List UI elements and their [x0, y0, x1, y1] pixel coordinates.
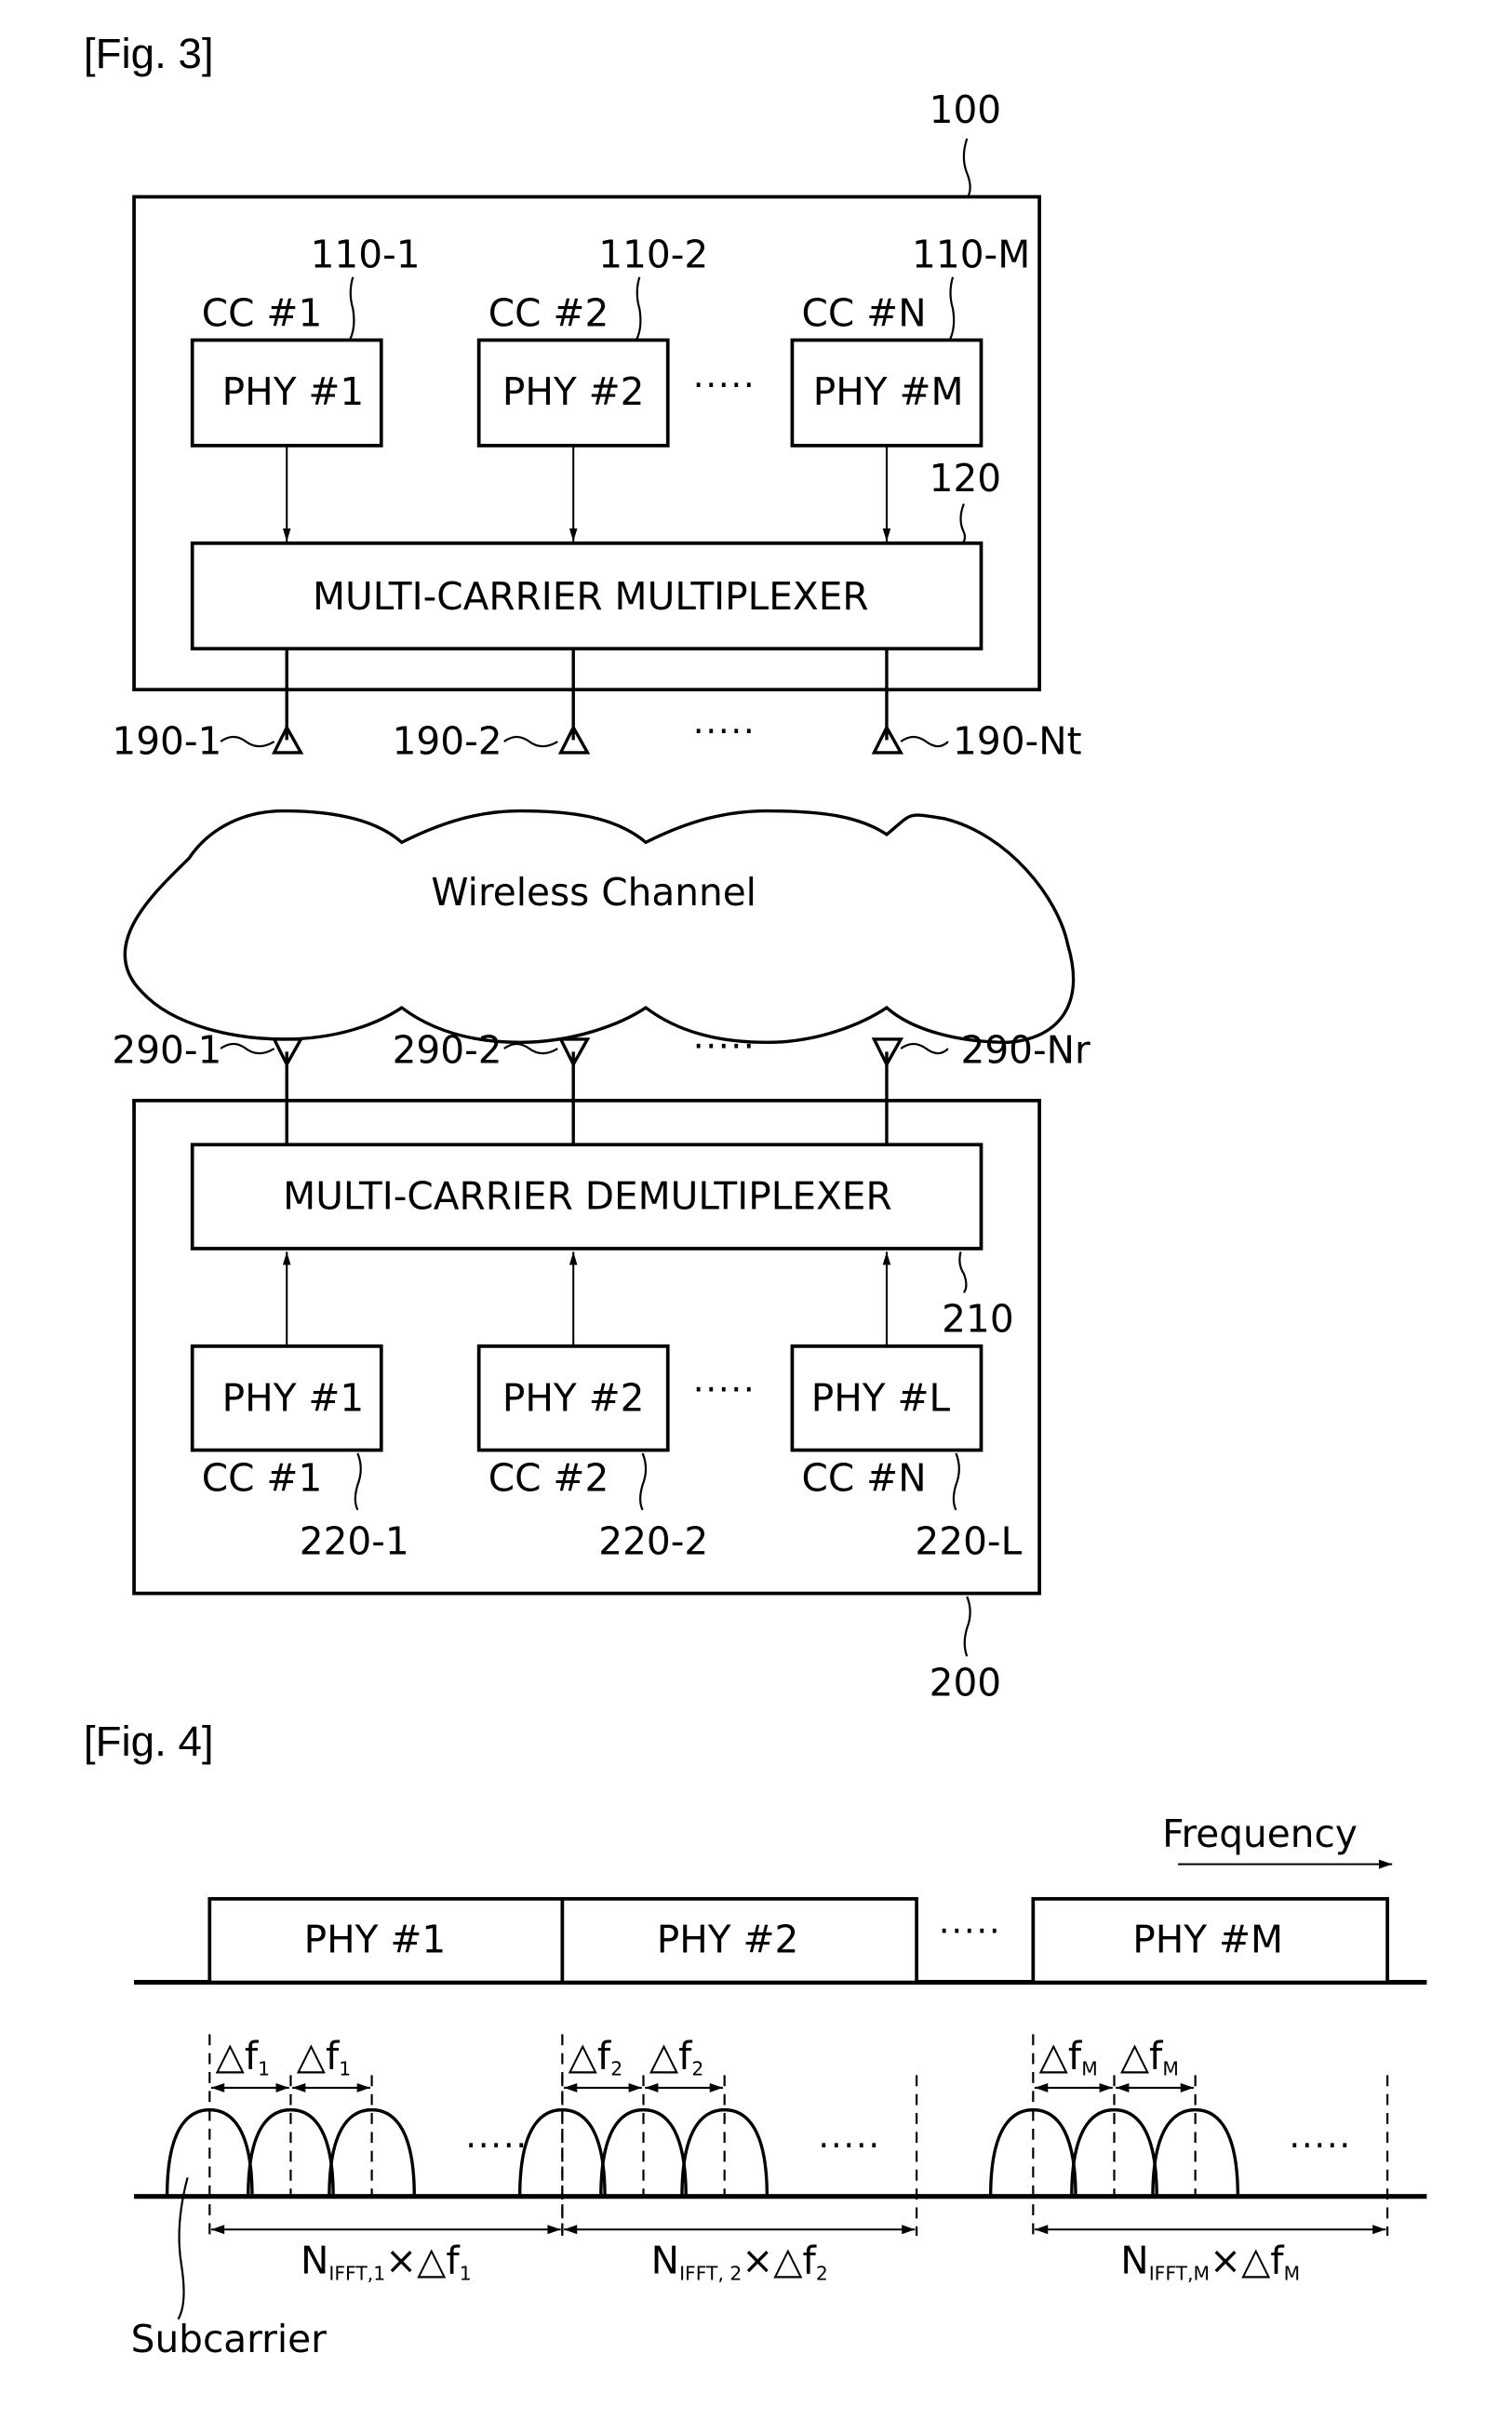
antenna-ref: 190-Nt [953, 719, 1081, 764]
phy-label: PHY #L [811, 1375, 951, 1420]
transmitter: 100 110-1 CC #1 PHY #1 110-2 CC #2 PHY #… [112, 87, 1081, 764]
antenna-ref: 190-1 [112, 719, 221, 764]
leader [900, 1042, 949, 1055]
figure-4-title: [Fig. 4] [84, 1718, 214, 1765]
ref-220-1: 220-1 [300, 1518, 409, 1563]
rx-antenna-2: 290-2 [393, 1027, 591, 1072]
spacing-label: △f1 [216, 2034, 270, 2080]
leader [503, 735, 558, 748]
ref-100: 100 [930, 87, 1002, 132]
figure-3-title: [Fig. 3] [84, 30, 214, 77]
ellipsis: ····· [939, 1910, 1002, 1951]
spacing-label: △fM [1039, 2034, 1098, 2080]
ellipsis: ····· [818, 2124, 881, 2165]
figure-3: [Fig. 3] 100 110-1 CC #1 PHY #1 110-2 CC… [84, 30, 1091, 1705]
ref-220-l: 220-L [915, 1518, 1022, 1563]
channel-label: Wireless Channel [431, 870, 756, 915]
ref-110-1: 110-1 [311, 233, 421, 277]
ref-210: 210 [942, 1297, 1014, 1342]
band-label: PHY #1 [304, 1917, 447, 1961]
cc-label: CC #2 [488, 1456, 609, 1501]
band-label: PHY #2 [657, 1917, 799, 1961]
spacing-label: △f1 [297, 2034, 351, 2080]
cc-label: CC #N [802, 1456, 927, 1501]
multiplexer-label: MULTI-CARRIER MULTIPLEXER [313, 574, 869, 619]
ellipsis: ····· [693, 1369, 756, 1410]
cloud-outline [123, 809, 1076, 1044]
phy-label: PHY #M [813, 369, 964, 414]
ellipsis: ····· [693, 1025, 756, 1066]
rx-antenna-nr: 290-Nr [871, 1027, 1091, 1072]
cc-label: CC #1 [202, 290, 322, 335]
leader-200 [963, 1596, 971, 1657]
phy-label: PHY #1 [222, 1375, 365, 1420]
leader [503, 1042, 558, 1055]
cc-label: CC #N [802, 290, 927, 335]
bandwidth-label: NIFFT,1×△f1 [301, 2239, 472, 2285]
receiver: 290-1 290-2 ····· 290-Nr MULTI-CARRIER D… [112, 1025, 1091, 1705]
subcarrier-label: Subcarrier [131, 2317, 327, 2361]
ellipsis: ····· [465, 2124, 529, 2165]
ref-110-2: 110-2 [598, 233, 708, 277]
ellipsis: ····· [693, 711, 756, 752]
antenna-ref: 190-2 [393, 719, 502, 764]
spacing-label: △f2 [569, 2034, 622, 2080]
band-row: PHY #1 PHY #2 ····· PHY #M [134, 1897, 1427, 1985]
leader [900, 735, 949, 748]
ref-220-2: 220-2 [598, 1518, 708, 1563]
tx-antenna-nt: 190-Nt [871, 719, 1082, 764]
cc-label: CC #2 [488, 290, 609, 335]
antenna-ref: 290-Nr [960, 1027, 1091, 1072]
leader [220, 735, 275, 748]
tx-antenna-1: 190-1 [112, 719, 304, 764]
patent-figures: [Fig. 3] 100 110-1 CC #1 PHY #1 110-2 CC… [84, 30, 1427, 2361]
phy-label: PHY #2 [502, 369, 645, 414]
ref-110-m: 110-M [912, 233, 1030, 277]
cc-label: CC #1 [202, 1456, 322, 1501]
tx-antenna-2: 190-2 [393, 719, 591, 764]
wireless-channel: Wireless Channel [123, 809, 1076, 1044]
bandwidth-label: NIFFT, 2×△f2 [651, 2239, 828, 2285]
figure-4: [Fig. 4] Frequency PHY #1 PHY #2 ····· P… [84, 1718, 1427, 2361]
antenna-ref: 290-1 [112, 1027, 221, 1072]
ref-200: 200 [930, 1661, 1002, 1705]
leader-100 [962, 138, 971, 199]
demultiplexer-label: MULTI-CARRIER DEMULTIPLEXER [283, 1174, 892, 1219]
antenna-ref: 290-2 [393, 1027, 502, 1072]
leader [220, 1042, 275, 1055]
subcarrier-spectrum: △f1 △f1 ····· NIFFT,1×△f1 △f2 △f2 ····· NIFFT, … [134, 2034, 1427, 2285]
rx-antenna-1: 290-1 [112, 1027, 304, 1072]
phy-label: PHY #2 [502, 1375, 645, 1420]
spacing-label: △fM [1120, 2034, 1179, 2080]
spacing-label: △f2 [649, 2034, 703, 2080]
ellipsis: ····· [1289, 2124, 1352, 2165]
bandwidth-label: NIFFT,M×△fM [1120, 2239, 1300, 2285]
phy-label: PHY #1 [222, 369, 365, 414]
frequency-label: Frequency [1162, 1812, 1358, 1856]
band-label: PHY #M [1132, 1917, 1283, 1961]
ref-120: 120 [930, 456, 1002, 501]
ellipsis: ····· [693, 364, 756, 405]
